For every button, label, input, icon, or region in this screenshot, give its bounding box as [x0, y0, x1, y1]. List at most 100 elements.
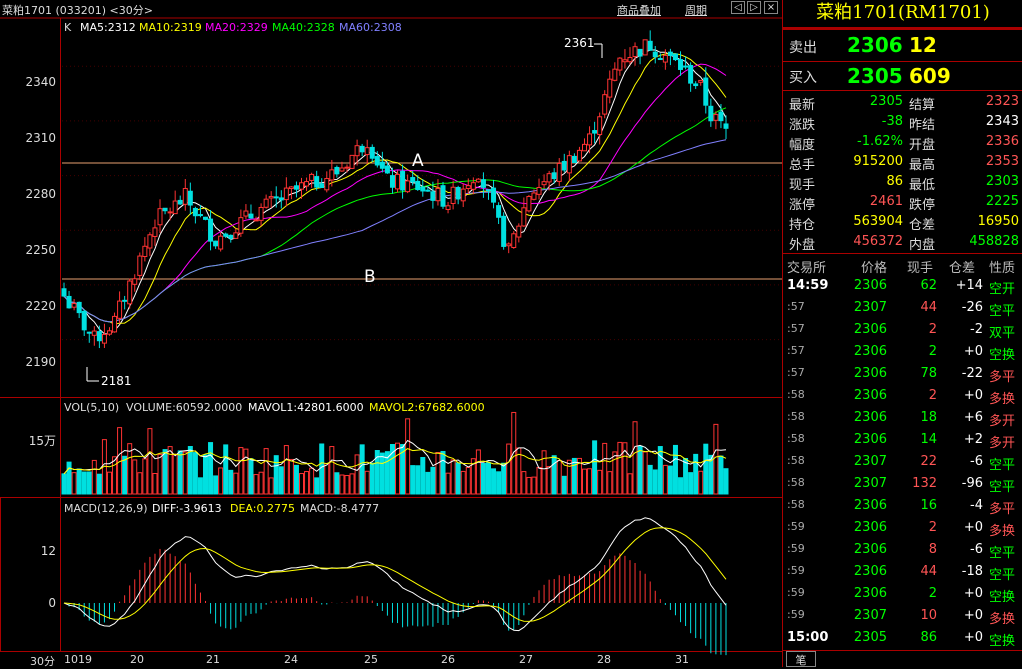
chart-canvas [0, 17, 782, 656]
trade-cell: :59 [787, 608, 805, 621]
volume-bar [688, 472, 694, 495]
volume-bar [571, 457, 577, 495]
candle-body [597, 116, 603, 136]
candle-body [496, 205, 502, 218]
candle-body [66, 295, 72, 309]
sell-label: 卖出 [789, 40, 817, 56]
candle-body [410, 177, 416, 183]
volume-bar [106, 471, 112, 495]
candle-body [491, 187, 497, 203]
trade-cell: 2306 [853, 542, 887, 557]
candle-body [86, 331, 92, 334]
candle-body [258, 206, 264, 221]
candle-body [698, 79, 704, 83]
stat-value: 2343 [985, 114, 1019, 129]
volume-bar [561, 475, 567, 495]
volume-bar [324, 462, 330, 495]
volume-bar [122, 455, 128, 495]
candle-body [450, 186, 456, 204]
volume-bar [243, 448, 249, 495]
volume-bar [96, 473, 102, 495]
candle-body [501, 215, 507, 247]
volume-bar [652, 469, 658, 495]
trade-cell: :58 [787, 454, 805, 467]
candle-body [101, 333, 107, 344]
volume-bar [334, 472, 340, 495]
candle-body [122, 299, 128, 302]
candle-body [197, 214, 203, 217]
trade-cell: +0 [963, 630, 983, 645]
candle-body [152, 227, 158, 237]
candle-body [278, 197, 284, 201]
candle-body [582, 143, 588, 152]
stat-label: 涨跌 [789, 118, 816, 133]
volume-bar [485, 462, 491, 495]
trade-cell: 多换 [989, 392, 1016, 407]
volume-bar [587, 468, 593, 495]
candle-body [718, 111, 724, 122]
trade-cell: 2307 [853, 608, 887, 623]
volume-bar [541, 450, 547, 495]
volume-bar [283, 445, 289, 495]
volume-bar [627, 473, 633, 495]
candle-body [379, 161, 385, 169]
candle-body [202, 216, 208, 220]
candle-body [667, 51, 673, 56]
volume-bar [612, 451, 618, 495]
stat-value: 456372 [853, 234, 903, 249]
candle-body [400, 170, 406, 191]
stat-value: 2461 [869, 194, 903, 209]
volume-bar [314, 477, 320, 495]
trade-cell: 44 [920, 564, 937, 579]
trade-cell: 多平 [989, 502, 1016, 517]
volume-bar [672, 444, 678, 495]
chart-area[interactable]: 菜粕1701 (033201) <30分> 商品叠加 周期 ◁ ▷ × K MA… [0, 0, 782, 668]
candle-body [536, 187, 542, 195]
candle-body [142, 245, 148, 258]
stat-value: 915200 [853, 154, 903, 169]
trade-cell: :59 [787, 564, 805, 577]
candle-body [647, 40, 653, 51]
candle-body [516, 225, 522, 238]
volume-bar [71, 472, 77, 495]
volume-bar [319, 443, 325, 495]
trade-header: 性质 [989, 261, 1016, 276]
candle-body [299, 182, 305, 190]
volume-value: VOLUME:60592.0000 [126, 401, 243, 414]
candle-body [688, 65, 694, 84]
candle-body [324, 178, 330, 191]
volume-bar [607, 471, 613, 495]
trade-cell: 空换 [989, 590, 1016, 605]
stat-label: 涨停 [789, 198, 816, 213]
trade-cell: 2 [928, 322, 937, 337]
trade-footer: 笔 [782, 650, 1022, 668]
candle-body [344, 166, 350, 169]
trade-cell: :57 [787, 300, 805, 313]
volume-bar [491, 468, 497, 495]
ma10-label: MA10:2319 [139, 21, 202, 34]
tick-tab[interactable]: 笔 [786, 651, 816, 667]
volume-bar [415, 465, 421, 495]
candle-body [218, 235, 224, 250]
trade-cell: 2306 [853, 410, 887, 425]
x-label: 27 [519, 653, 533, 666]
stat-value: 16950 [977, 214, 1019, 229]
x-label: 28 [597, 653, 611, 666]
candle-body [117, 300, 123, 319]
trade-header: 现手 [907, 261, 934, 276]
trade-cell: 空平 [989, 568, 1016, 583]
trade-cell: +0 [963, 520, 983, 535]
volume-bar [445, 472, 451, 495]
candle-body [551, 172, 557, 180]
candle-body [81, 310, 87, 331]
stat-value: -1.62% [857, 134, 903, 149]
trade-cell: -18 [961, 564, 983, 579]
trade-cell: 14:59 [787, 278, 829, 293]
volume-bar [566, 459, 572, 495]
volume-bar [339, 474, 345, 495]
volume-bar [526, 476, 532, 495]
volume-bar [228, 469, 234, 495]
candle-body [283, 187, 289, 201]
volume-bar [177, 450, 183, 495]
line-b-label: B [364, 267, 376, 287]
